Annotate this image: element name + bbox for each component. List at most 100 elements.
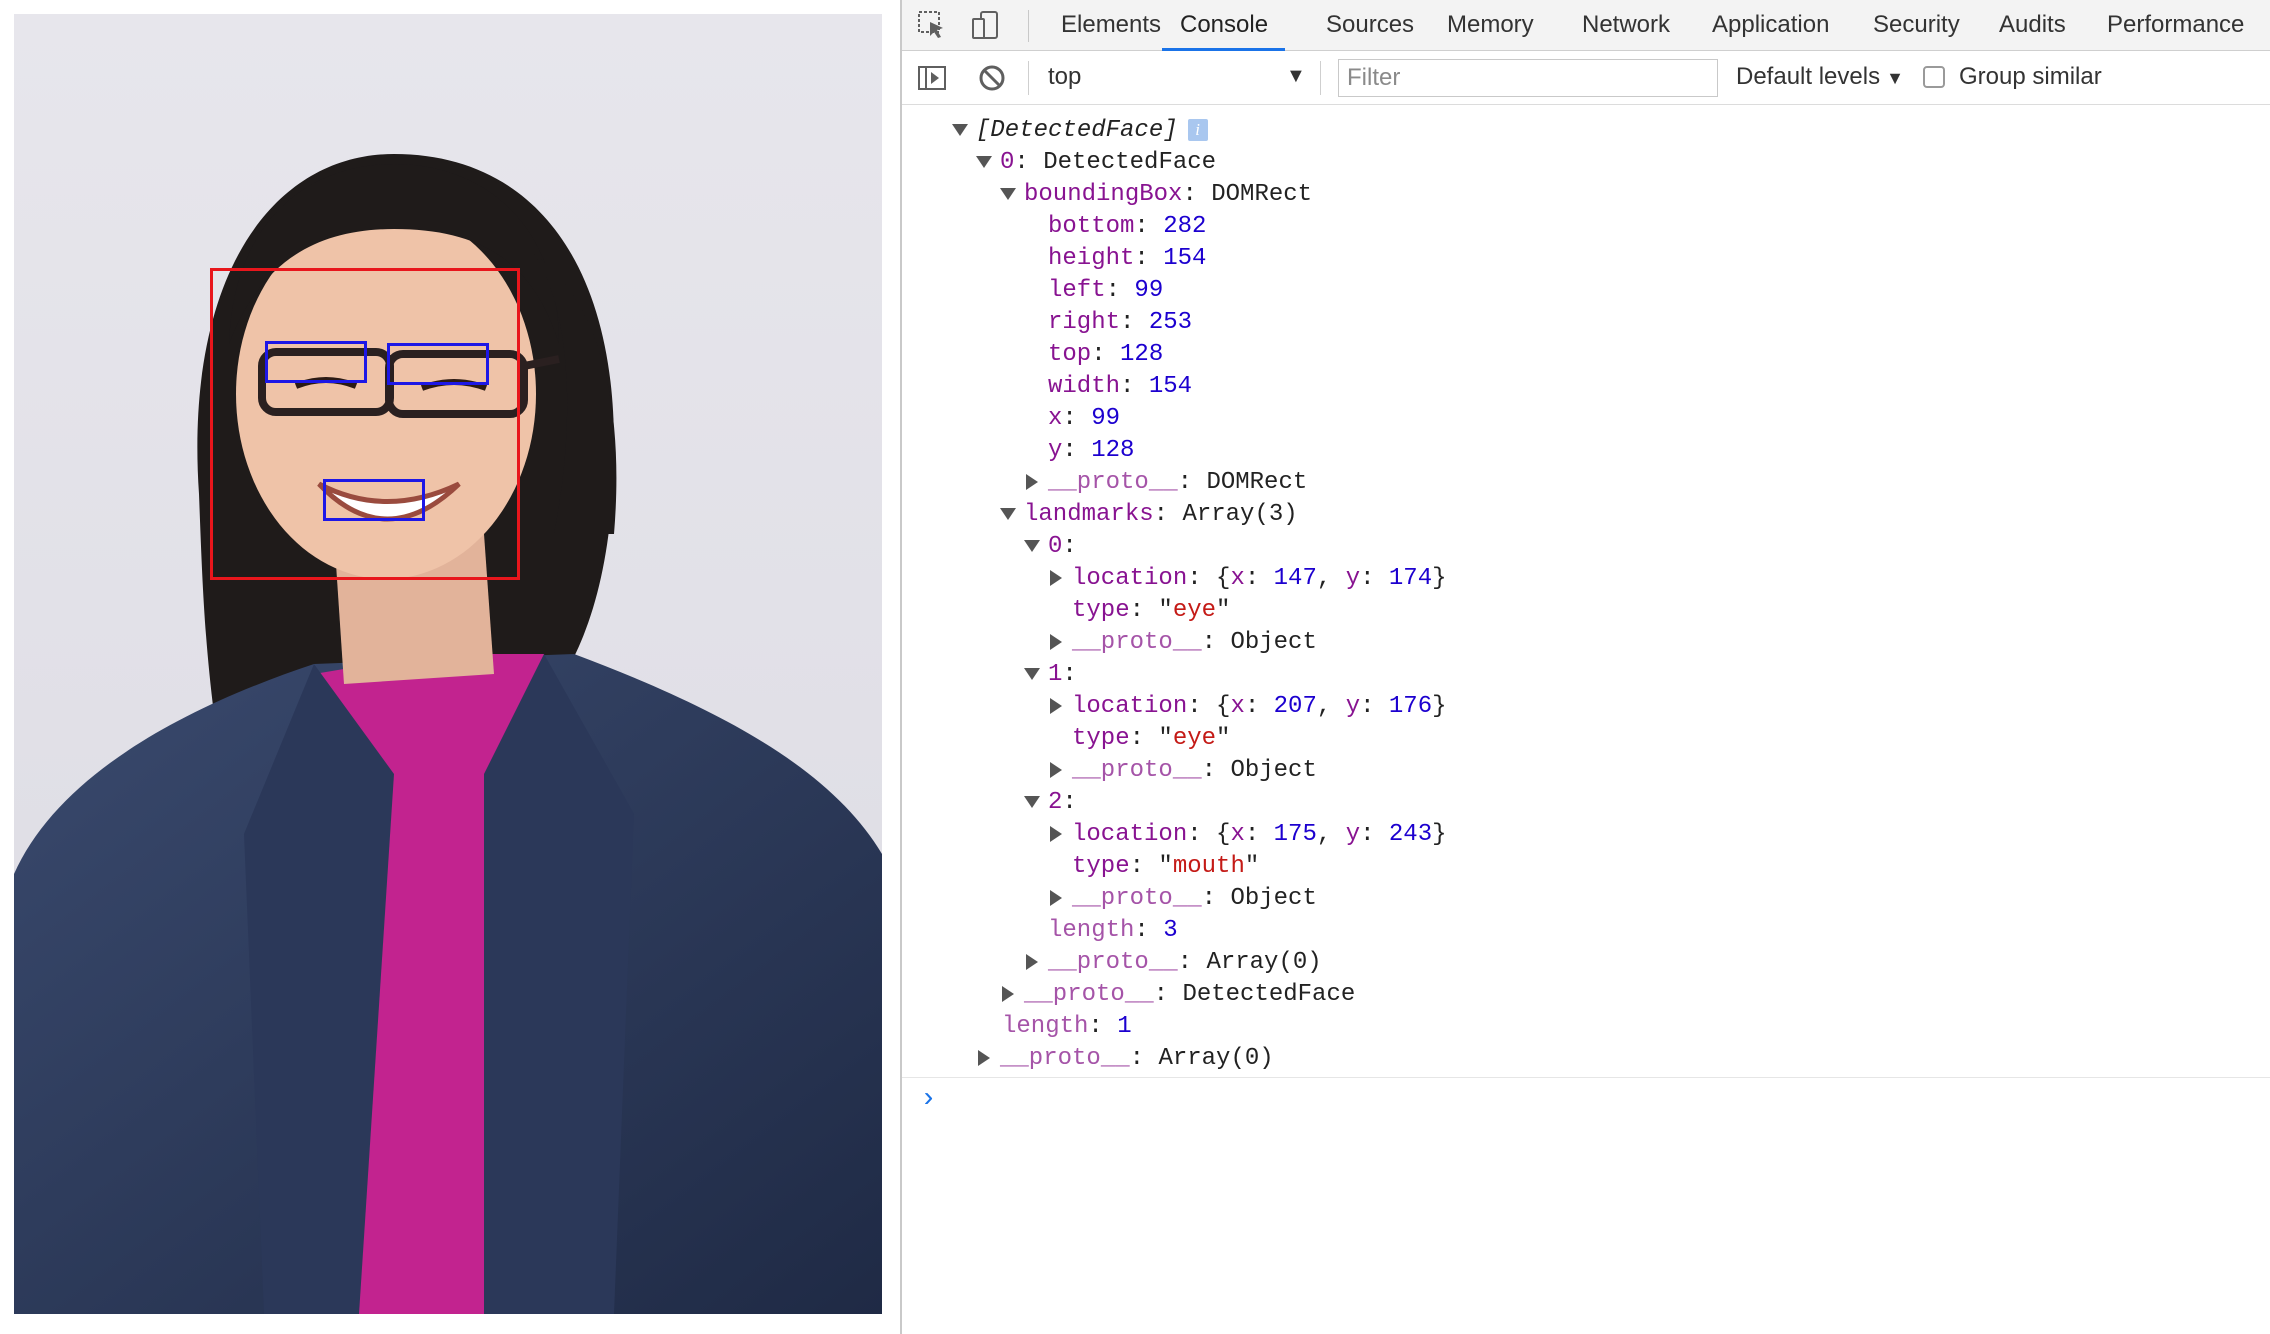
property-value: 99 — [1134, 277, 1164, 304]
property-key: type — [1072, 597, 1130, 624]
info-icon[interactable]: i — [1187, 118, 1208, 141]
tree-row-proto[interactable]: __proto__: Array(0) — [1024, 947, 1322, 979]
expand-arrow-icon[interactable] — [1050, 569, 1062, 586]
property-key: type — [1072, 853, 1130, 880]
expand-arrow-icon[interactable] — [1024, 539, 1040, 552]
expand-arrow-icon[interactable] — [1026, 953, 1038, 970]
group-similar-checkbox[interactable] — [1923, 66, 1945, 88]
toolbar-separator — [1028, 10, 1029, 42]
item-type: DetectedFace — [1043, 149, 1217, 176]
property-key: __proto__ — [1072, 757, 1202, 784]
tree-row-landmark-2[interactable]: 2: — [1024, 787, 1077, 819]
tab-security[interactable]: Security — [1873, 0, 1960, 51]
context-dropdown-arrow-icon[interactable]: ▼ — [1286, 65, 1306, 88]
tab-elements[interactable]: Elements — [1061, 0, 1161, 51]
expand-arrow-icon[interactable] — [952, 123, 968, 136]
tab-console[interactable]: Console — [1162, 0, 1286, 51]
person-illustration — [14, 14, 882, 1314]
expand-arrow-icon[interactable] — [1000, 187, 1016, 200]
toolbar-separator — [1320, 61, 1321, 95]
clear-console-icon[interactable] — [976, 62, 1008, 94]
property-row: type: "eye" — [1072, 597, 1231, 624]
tree-row-location[interactable]: location: {x: 175, y: 243} — [1048, 819, 1447, 851]
expand-arrow-icon[interactable] — [1002, 985, 1014, 1002]
devtools-panel: Elements Console Sources Memory Network … — [900, 0, 2270, 1334]
expand-arrow-icon[interactable] — [1050, 825, 1062, 842]
property-type: Array(0) — [1206, 949, 1322, 976]
tree-row-proto[interactable]: __proto__: DOMRect — [1024, 467, 1307, 499]
tab-performance[interactable]: Performance — [2107, 0, 2244, 51]
expand-arrow-icon[interactable] — [1000, 507, 1016, 520]
device-toolbar-icon[interactable] — [970, 9, 1002, 41]
tree-row-location[interactable]: location: {x: 207, y: 176} — [1048, 691, 1447, 723]
property-value: 128 — [1091, 437, 1135, 464]
console-prompt-line[interactable]: › — [902, 1077, 2270, 1124]
property-value: 128 — [1120, 341, 1164, 368]
property-key: __proto__ — [1048, 949, 1178, 976]
expand-arrow-icon[interactable] — [1050, 697, 1062, 714]
tree-row-item0[interactable]: 0: DetectedFace — [976, 147, 1216, 179]
tab-memory[interactable]: Memory — [1447, 0, 1534, 51]
tree-row-proto[interactable]: __proto__: DetectedFace — [1000, 979, 1355, 1011]
item-key: 0 — [1000, 149, 1015, 176]
expand-arrow-icon[interactable] — [1026, 473, 1038, 490]
property-value: eye — [1172, 597, 1217, 624]
context-selector[interactable]: top — [1048, 63, 1081, 91]
property-value: 3 — [1163, 917, 1178, 944]
property-key: location — [1072, 821, 1188, 848]
property-row: top: 128 — [1048, 341, 1164, 368]
tree-row-proto[interactable]: __proto__: Object — [1048, 755, 1317, 787]
sidebar-toggle-icon[interactable] — [916, 62, 948, 94]
tree-row-root[interactable]: [DetectedFace] i — [952, 115, 1208, 147]
expand-arrow-icon[interactable] — [978, 1049, 990, 1066]
tree-row-bounding-box[interactable]: boundingBox: DOMRect — [1000, 179, 1312, 211]
property-row: type: "eye" — [1072, 725, 1231, 752]
devtools-tab-bar: Elements Console Sources Memory Network … — [902, 0, 2270, 51]
expand-arrow-icon[interactable] — [1050, 761, 1062, 778]
tab-sources[interactable]: Sources — [1326, 0, 1414, 51]
property-type: Array(0) — [1158, 1045, 1274, 1072]
property-value: 176 — [1388, 693, 1433, 720]
property-key: __proto__ — [1024, 981, 1154, 1008]
property-key: 2 — [1048, 789, 1063, 816]
property-key: __proto__ — [1048, 469, 1178, 496]
tree-row-landmark-1[interactable]: 1: — [1024, 659, 1077, 691]
property-row: type: "mouth" — [1072, 853, 1260, 880]
tree-row-proto[interactable]: __proto__: Array(0) — [976, 1043, 1274, 1075]
expand-arrow-icon[interactable] — [1050, 889, 1062, 906]
expand-arrow-icon[interactable] — [1050, 633, 1062, 650]
property-row: right: 253 — [1048, 309, 1193, 336]
tree-row-proto[interactable]: __proto__: Object — [1048, 883, 1317, 915]
property-type: DOMRect — [1206, 469, 1308, 496]
property-row: y: 128 — [1048, 437, 1135, 464]
expand-arrow-icon[interactable] — [1024, 795, 1040, 808]
property-row: height: 154 — [1048, 245, 1207, 272]
property-value: 154 — [1148, 373, 1193, 400]
eye-landmark-box — [387, 343, 489, 385]
mouth-landmark-box — [323, 479, 425, 521]
property-value: 253 — [1148, 309, 1193, 336]
inspect-element-icon[interactable] — [916, 9, 948, 41]
tree-row-landmark-0[interactable]: 0: — [1024, 531, 1077, 563]
log-levels-label: Default levels — [1736, 63, 1881, 90]
expand-arrow-icon[interactable] — [976, 155, 992, 168]
tab-audits[interactable]: Audits — [1999, 0, 2066, 51]
property-value: 99 — [1091, 405, 1121, 432]
property-value: 243 — [1388, 821, 1433, 848]
log-levels-dropdown[interactable]: Default levels ▼ — [1736, 63, 1904, 91]
tree-row-landmarks[interactable]: landmarks: Array(3) — [1000, 499, 1298, 531]
tab-network[interactable]: Network — [1582, 0, 1670, 51]
property-key: __proto__ — [1072, 885, 1202, 912]
expand-arrow-icon[interactable] — [1024, 667, 1040, 680]
property-row: bottom: 282 — [1048, 213, 1207, 240]
group-similar-label: Group similar — [1959, 63, 2102, 90]
property-key: __proto__ — [1000, 1045, 1130, 1072]
tree-row-proto[interactable]: __proto__: Object — [1048, 627, 1317, 659]
prompt-chevron-icon: › — [920, 1084, 937, 1115]
face-bounding-box — [210, 268, 520, 580]
tree-row-location[interactable]: location: {x: 147, y: 174} — [1048, 563, 1447, 595]
tab-application[interactable]: Application — [1712, 0, 1829, 51]
property-key: 0 — [1048, 533, 1063, 560]
property-value: 1 — [1117, 1013, 1132, 1040]
filter-input[interactable] — [1338, 59, 1718, 97]
